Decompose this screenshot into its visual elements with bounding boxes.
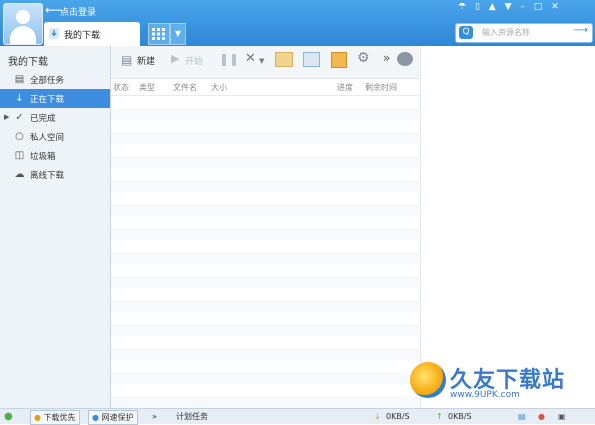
menu-icon[interactable]: ▼ <box>505 2 512 12</box>
column-size[interactable]: 大小 <box>211 82 227 93</box>
sidebar-item-all-tasks[interactable]: ▤ 全部任务 <box>0 70 110 89</box>
speed-protect-label: 网速保护 <box>101 413 134 422</box>
tab-label: 我的下载 <box>64 31 101 41</box>
sidebar-item-downloading[interactable]: ↓ 正在下载 <box>0 89 110 108</box>
cloud-download-icon: ☁ <box>14 169 25 180</box>
sidebar-item-label: 全部任务 <box>30 76 65 86</box>
status-bar: ● ● 下载优先 ● 网速保护 » 计划任务 ↓ 0KB/S ↑ 0KB/S ▤… <box>0 408 595 425</box>
download-speed-icon: ↓ <box>374 412 381 421</box>
shield-icon: ● <box>92 413 99 422</box>
folder-icon[interactable] <box>275 52 293 67</box>
sidebar-item-completed[interactable]: ▶ ✓ 已完成 <box>0 108 110 127</box>
download-arrow-icon: ↓ <box>15 93 24 104</box>
sidebar-item-label: 已完成 <box>30 114 56 124</box>
location-pin-icon[interactable]: ● <box>538 410 545 423</box>
archive-icon[interactable] <box>331 52 347 68</box>
download-speed: 0KB/S <box>386 412 410 421</box>
settings-gear-icon[interactable]: ⚙ <box>357 50 370 66</box>
status-leaf-icon[interactable]: ● <box>4 410 13 423</box>
sidebar-item-label: 垃圾箱 <box>30 152 56 162</box>
calculator-icon[interactable]: ▤ <box>518 410 526 423</box>
start-button[interactable]: 开始 <box>185 54 203 67</box>
more-chevron-icon[interactable]: » <box>152 410 157 423</box>
sidebar-item-label: 私人空间 <box>30 133 65 143</box>
delete-icon[interactable]: ✕ <box>245 51 256 66</box>
priority-icon: ● <box>34 413 41 422</box>
shirt-icon[interactable]: ▲ <box>489 2 496 12</box>
upload-speed: 0KB/S <box>448 412 472 421</box>
task-list[interactable] <box>111 96 419 408</box>
delete-dropdown-icon[interactable]: ▼ <box>259 57 264 65</box>
search-icon: Q <box>459 26 473 39</box>
expand-arrow-icon[interactable]: ▶ <box>4 113 9 121</box>
view-dropdown-button[interactable]: ▼ <box>170 23 186 45</box>
download-tab-icon <box>49 28 59 39</box>
display-mode-icon[interactable] <box>397 52 413 66</box>
phone-icon[interactable]: ▯ <box>475 2 480 12</box>
watermark: 久友下载站 www.9UPK.com <box>410 360 595 408</box>
grid-icon <box>152 28 165 40</box>
column-status[interactable]: 状态 <box>113 82 129 93</box>
login-link[interactable]: 点击登录 <box>60 5 96 18</box>
task-info-icon[interactable] <box>303 52 320 67</box>
window-mode-icon[interactable]: ▣ <box>558 410 566 423</box>
document-icon: ▤ <box>14 74 25 85</box>
watermark-logo-icon <box>410 362 446 398</box>
toolbar: ▤ 新建 ▶ 开始 ❚❚ ✕ ▼ ⚙ » <box>111 46 419 79</box>
task-table-header: 状态 类型 文件名 大小 进度 剩余时间 <box>111 79 419 96</box>
lock-icon: ○ <box>15 131 24 142</box>
sidebar-title: 我的下载 <box>8 57 48 68</box>
view-grid-button[interactable] <box>148 23 170 45</box>
column-filename[interactable]: 文件名 <box>173 82 197 93</box>
tab-my-downloads[interactable]: 我的下载 <box>44 22 140 46</box>
upload-speed-icon: ↑ <box>436 412 443 421</box>
sidebar-item-label: 离线下载 <box>30 171 65 181</box>
more-chevron-icon[interactable]: » <box>383 51 390 65</box>
watermark-url: www.9UPK.com <box>450 390 520 400</box>
sidebar-item-label: 正在下载 <box>30 95 65 105</box>
search-placeholder: 输入资源名称 <box>482 28 530 37</box>
checkmark-icon: ✓ <box>15 112 24 123</box>
trash-icon: ◫ <box>14 150 25 161</box>
sidebar-item-private-space[interactable]: ○ 私人空间 <box>0 127 110 146</box>
new-file-icon[interactable]: ▤ <box>121 53 132 67</box>
new-button[interactable]: 新建 <box>137 54 155 67</box>
play-icon[interactable]: ▶ <box>171 52 179 65</box>
column-type[interactable]: 类型 <box>139 82 155 93</box>
download-priority-label: 下载优先 <box>43 413 76 422</box>
detail-pane <box>420 46 595 408</box>
sidebar-item-trash[interactable]: ◫ 垃圾箱 <box>0 146 110 165</box>
sidebar: 我的下载 ▤ 全部任务 ↓ 正在下载 ▶ ✓ 已完成 ○ 私人空间 ◫ 垃圾箱 … <box>0 46 111 408</box>
minimize-icon[interactable]: – <box>520 2 525 12</box>
column-progress[interactable]: 进度 <box>337 82 353 93</box>
search-go-icon[interactable]: ⟶ <box>574 25 588 36</box>
window-controls: ☂ ▯ ▲ ▼ – □ ✕ <box>458 2 565 12</box>
column-remaining-time[interactable]: 剩余时间 <box>365 82 397 93</box>
avatar[interactable] <box>3 3 43 45</box>
close-icon[interactable]: ✕ <box>551 2 559 12</box>
scheduled-tasks-button[interactable]: 计划任务 <box>176 410 208 423</box>
title-bar: ⟵ 点击登录 我的下载 ▼ ☂ ▯ ▲ ▼ – □ ✕ Q 输入资源名称 ⟶ <box>0 0 595 46</box>
pause-icon[interactable]: ❚❚ <box>219 52 239 66</box>
maximize-icon[interactable]: □ <box>534 2 543 12</box>
skin-icon[interactable]: ☂ <box>458 2 466 12</box>
search-box[interactable]: Q 输入资源名称 ⟶ <box>455 23 593 43</box>
sidebar-item-offline-download[interactable]: ☁ 离线下载 <box>0 165 110 184</box>
